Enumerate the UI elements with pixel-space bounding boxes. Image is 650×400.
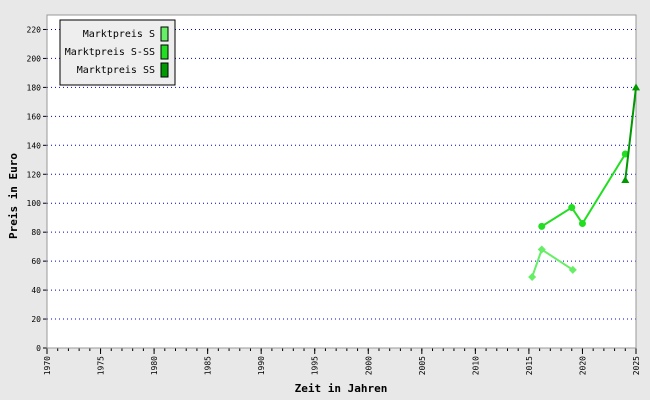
y-axis-title: Preis in Euro	[7, 153, 20, 239]
x-axis-title: Zeit in Jahren	[295, 382, 388, 395]
y-tick-label: 80	[31, 228, 41, 237]
data-point-marker	[578, 219, 586, 227]
legend: Marktpreis S Marktpreis S-SS Marktpreis SS	[59, 19, 176, 86]
legend-label: Marktpreis SS	[77, 65, 155, 76]
x-tick-label: 2005	[418, 356, 427, 375]
y-tick-label: 20	[31, 315, 41, 324]
legend-swatch	[160, 44, 169, 60]
y-tick-label: 120	[27, 170, 42, 179]
legend-label: Marktpreis S	[83, 29, 155, 40]
x-tick-label: 1980	[150, 356, 159, 375]
y-tick-label: 160	[27, 112, 42, 121]
x-tick-label: 1975	[97, 356, 106, 375]
y-tick-label: 140	[27, 141, 42, 150]
chart-container: 0 20 40 60 80 100 120 140 160 180 200 220 1970 1975 19…	[0, 0, 650, 400]
y-tick-label: 220	[27, 25, 42, 34]
y-tick-label: 60	[31, 257, 41, 266]
y-tick-label: 40	[31, 286, 41, 295]
chart-svg: 0 20 40 60 80 100 120 140 160 180 200 220 1970 1975 19…	[0, 0, 650, 400]
x-tick-label: 2000	[364, 356, 373, 375]
x-tick-label: 1985	[204, 356, 213, 375]
x-tick-label: 2015	[525, 356, 534, 375]
data-point-marker	[538, 222, 546, 230]
legend-swatch	[160, 62, 169, 78]
y-tick-label: 100	[27, 199, 42, 208]
x-tick-label: 2010	[471, 356, 480, 375]
legend-swatch	[160, 26, 169, 42]
y-tick-label: 180	[27, 83, 42, 92]
y-tick-label: 0	[36, 344, 41, 353]
data-point-marker	[568, 204, 576, 212]
legend-label: Marktpreis S-SS	[65, 47, 155, 58]
y-tick-label: 200	[27, 54, 42, 63]
x-tick-label: 1970	[43, 356, 52, 375]
x-tick-label: 2020	[578, 356, 587, 375]
x-tick-label: 1995	[311, 356, 320, 375]
x-tick-label: 2025	[632, 356, 641, 375]
x-tick-label: 1990	[257, 356, 266, 375]
